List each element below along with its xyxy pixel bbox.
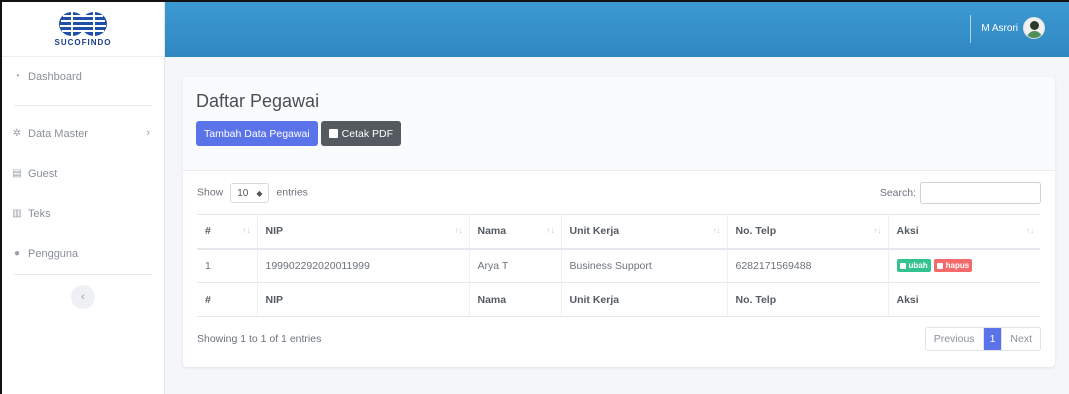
sort-icon: ↑↓ xyxy=(1026,226,1034,235)
pagination: Previous 1 Next xyxy=(924,327,1041,351)
table-header-row: # ↑↓ NIP ↑↓ Nama ↑↓ Unit Kerja ↑↓ No. Telp ↑↓… xyxy=(197,214,1040,250)
sort-icon: ↑↓ xyxy=(873,226,882,235)
footer-nip: NIP xyxy=(256,282,469,317)
sucofindo-logo-icon xyxy=(59,12,107,36)
sidebar-item-pengguna[interactable]: ● Pengguna xyxy=(2,234,164,274)
sort-icon: ↑↓ xyxy=(242,226,251,235)
sidebar-collapse-button[interactable]: ‹ xyxy=(71,285,95,309)
cell-nama: Arya T xyxy=(468,248,561,283)
table-row: 1 199902292020011999 Arya T Business Sup… xyxy=(197,248,1040,283)
sidebar-item-data-master[interactable]: ✲ Data Master › xyxy=(2,114,164,154)
sidebar-item-label: Guest xyxy=(28,168,58,180)
edit-icon xyxy=(899,262,906,269)
list-icon: ▥ xyxy=(12,208,22,219)
length-control: Show 10 ◆ entries xyxy=(197,183,308,203)
footer-no: # xyxy=(197,282,257,317)
footer-no-telp: No. Telp xyxy=(726,282,888,317)
column-header-nama[interactable]: Nama ↑↓ xyxy=(468,214,561,250)
action-buttons: Tambah Data Pegawai Cetak PDF xyxy=(196,121,1042,146)
entries-label: entries xyxy=(276,186,308,199)
search-input[interactable] xyxy=(920,182,1041,204)
trash-icon xyxy=(936,262,943,269)
footer-unit-kerja: Unit Kerja xyxy=(560,282,727,317)
user-icon: ● xyxy=(13,248,21,259)
sidebar-item-label: Dashboard xyxy=(28,71,82,83)
sort-icon: ↑↓ xyxy=(454,226,463,235)
topbar-divider xyxy=(970,15,971,43)
print-pdf-label: Cetak PDF xyxy=(341,127,394,140)
datatable-controls: Show 10 ◆ entries Search: xyxy=(197,181,1041,205)
column-header-unit-kerja[interactable]: Unit Kerja ↑↓ xyxy=(560,214,727,250)
show-label: Show xyxy=(197,186,224,199)
entries-select-value: 10 xyxy=(237,187,249,199)
cell-no: 1 xyxy=(197,248,257,283)
sidebar-item-label: Data Master xyxy=(28,128,88,140)
chevron-right-icon: › xyxy=(146,127,150,139)
sidebar-item-label: Teks xyxy=(28,208,51,220)
employee-table: # ↑↓ NIP ↑↓ Nama ↑↓ Unit Kerja ↑↓ No. Telp ↑↓… xyxy=(197,214,1040,317)
cell-nip: 199902292020011999 xyxy=(256,248,469,283)
employee-card: Daftar Pegawai Tambah Data Pegawai Cetak… xyxy=(183,77,1055,367)
search-control: Search: xyxy=(880,182,1041,204)
card-header: Daftar Pegawai Tambah Data Pegawai Cetak… xyxy=(183,77,1055,171)
column-header-no[interactable]: # ↑↓ xyxy=(197,214,257,250)
sort-arrows-icon: ◆ xyxy=(256,188,263,198)
add-employee-button[interactable]: Tambah Data Pegawai xyxy=(196,121,318,146)
sidebar-divider xyxy=(14,274,152,275)
print-pdf-button[interactable]: Cetak PDF xyxy=(320,121,402,146)
sidebar-divider xyxy=(14,105,152,106)
delete-button[interactable]: hapus xyxy=(933,259,973,273)
app-frame: SUCOFINDO ◔ Dashboard ✲ Data Master › ▤ … xyxy=(0,0,1069,394)
user-menu[interactable]: M Asrori xyxy=(981,17,1045,39)
sidebar-item-dashboard[interactable]: ◔ Dashboard xyxy=(2,57,164,97)
printer-icon xyxy=(328,129,338,138)
user-name: M Asrori xyxy=(981,22,1018,34)
dashboard-icon: ◔ xyxy=(13,71,21,82)
cell-aksi: ubah hapus xyxy=(887,248,1040,283)
edit-button[interactable]: ubah xyxy=(896,259,931,273)
column-header-aksi[interactable]: Aksi ↑↓ xyxy=(887,214,1040,250)
datatable-footer: Showing 1 to 1 of 1 entries Previous 1 N… xyxy=(197,323,1041,355)
pagination-previous[interactable]: Previous xyxy=(926,328,983,350)
column-header-nip[interactable]: NIP ↑↓ xyxy=(256,214,469,250)
sidebar: SUCOFINDO ◔ Dashboard ✲ Data Master › ▤ … xyxy=(2,2,165,394)
file-icon: ▤ xyxy=(12,168,22,179)
entries-select[interactable]: 10 ◆ xyxy=(230,183,270,203)
pagination-page-1[interactable]: 1 xyxy=(982,328,1002,350)
main-content: Daftar Pegawai Tambah Data Pegawai Cetak… xyxy=(165,57,1069,394)
sidebar-item-teks[interactable]: ▥ Teks xyxy=(2,194,164,234)
table-footer-row: # NIP Nama Unit Kerja No. Telp Aksi xyxy=(197,282,1040,317)
gear-icon: ✲ xyxy=(12,128,22,139)
avatar xyxy=(1023,17,1045,39)
footer-aksi: Aksi xyxy=(887,282,1040,317)
card-body: Show 10 ◆ entries Search: # ↑↓ NIP ↑↓ Na… xyxy=(183,171,1055,355)
pagination-next[interactable]: Next xyxy=(1001,328,1040,350)
sidebar-item-guest[interactable]: ▤ Guest xyxy=(2,154,164,194)
search-label: Search: xyxy=(879,187,916,199)
sort-icon: ↑↓ xyxy=(546,226,555,235)
chevron-left-icon: ‹ xyxy=(81,291,85,303)
table-info: Showing 1 to 1 of 1 entries xyxy=(197,333,322,345)
page-title: Daftar Pegawai xyxy=(196,91,320,111)
brand-name: SUCOFINDO xyxy=(54,38,112,47)
sort-icon: ↑↓ xyxy=(712,226,721,235)
footer-nama: Nama xyxy=(468,282,561,317)
sidebar-item-label: Pengguna xyxy=(28,248,79,260)
cell-no-telp: 6282171569488 xyxy=(726,248,888,283)
brand-logo[interactable]: SUCOFINDO xyxy=(2,2,164,57)
column-header-no-telp[interactable]: No. Telp ↑↓ xyxy=(726,214,888,250)
topbar: M Asrori xyxy=(165,2,1069,57)
cell-unit-kerja: Business Support xyxy=(560,248,727,283)
